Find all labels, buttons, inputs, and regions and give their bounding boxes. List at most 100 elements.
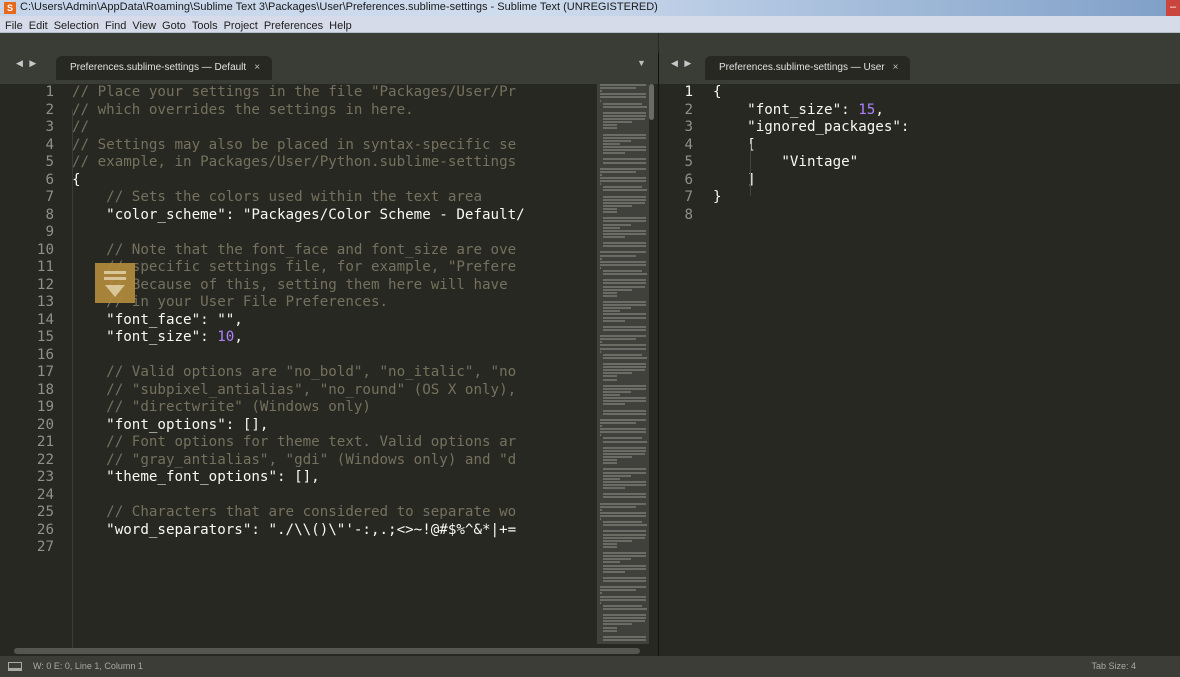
minimap-line [602,152,626,155]
minimap-line [602,397,646,400]
line-number: 9 [45,224,54,240]
minimap-line [602,158,646,161]
code-area[interactable]: { "font_size": 15, "ignored_packages": [… [713,84,909,224]
code-line[interactable] [713,207,909,225]
code-line[interactable]: "theme_font_options": [], [72,469,525,487]
code-line[interactable]: "color_scheme": "Packages/Color Scheme -… [72,207,525,225]
code-line[interactable]: // specific settings file, for example, … [72,259,525,277]
minimap-line [602,369,646,372]
menu-help[interactable]: Help [326,18,355,33]
code-line[interactable]: // "directwrite" (Windows only) [72,399,525,417]
line-number: 2 [45,101,54,118]
close-tab-icon[interactable]: × [254,62,260,73]
menu-view[interactable]: View [129,18,159,33]
code-line[interactable] [72,224,525,242]
icon-arrow [105,285,125,297]
menu-tools[interactable]: Tools [189,18,221,33]
minimap-line [600,434,601,437]
menu-selection[interactable]: Selection [51,18,102,33]
line-number: 25 [36,504,54,520]
code-line[interactable]: // Settings may also be placed in syntax… [72,137,525,155]
code-line[interactable]: "Vintage" [713,154,909,172]
code-line[interactable]: // Note that the font_face and font_size… [72,242,525,260]
minimap-line [602,626,618,629]
minimap-line [600,257,602,260]
minimap-line [602,204,633,207]
code-line[interactable]: // Font options for theme text. Valid op… [72,434,525,452]
code-line[interactable] [72,347,525,365]
menu-preferences[interactable]: Preferences [261,18,326,33]
menu-file[interactable]: File [0,18,26,33]
code-line[interactable]: // Characters that are considered to sep… [72,504,525,522]
icon-bar [104,277,126,280]
code-line[interactable]: // which overrides the settings in here. [72,102,525,120]
menu-bar: File Edit Selection Find View Goto Tools Projec… [0,16,1180,33]
code-line[interactable]: // Valid options are "no_bold", "no_ital… [72,364,525,382]
indent-guide [72,109,73,653]
minimap-line [602,638,646,641]
left-editor[interactable]: 1 2 3 4 5 6 7 8 9 10 11 12 13 14 15 16 17 18 19 20 21 22 23 24 2… [0,84,658,656]
code-line[interactable]: // "gray_antialias", "gdi" (Windows only… [72,452,525,470]
minimap-line [602,483,646,486]
code-line[interactable]: { [72,172,525,190]
code-line[interactable]: // [72,119,525,137]
code-line[interactable]: "font_options": [], [72,417,525,435]
menu-edit[interactable]: Edit [26,18,51,33]
code-line[interactable]: "font_face": "", [72,312,525,330]
minimap-line [600,87,636,90]
minimap-line [602,378,618,381]
code-line[interactable]: // Sets the colors used within the text … [72,189,525,207]
horizontal-scrollbar[interactable] [14,648,640,654]
code-line[interactable]: // Because of this, setting them here wi… [72,277,525,295]
line-number: 6 [684,171,693,188]
code-area[interactable]: // Place your settings in the file "Pack… [72,84,525,557]
code-line[interactable] [72,487,525,505]
code-line[interactable]: // "subpixel_antialias", "no_round" (OS … [72,382,525,400]
right-nav-arrows-icon[interactable]: ◀ ▶ [671,58,693,69]
minimap-line [602,220,646,223]
minimap-line [602,567,646,570]
line-number: 13 [36,294,54,310]
minimap-line [600,170,636,173]
minimap-line [602,635,646,638]
menu-goto[interactable]: Goto [159,18,189,33]
code-line[interactable] [72,539,525,557]
code-line[interactable]: { [713,84,909,102]
right-editor[interactable]: 12345678 { "font_size": 15, "ignored_pac… [659,84,1180,656]
left-nav-arrows-icon[interactable]: ◀ ▶ [16,58,38,69]
download-icon[interactable] [95,263,135,303]
code-line[interactable]: "font_size": 10, [72,329,525,347]
code-line[interactable]: "font_size": 15, [713,102,909,120]
tab-user-preferences[interactable]: Preferences.sublime-settings — User × [705,56,911,80]
tab-size-indicator[interactable]: Tab Size: 4 [1091,656,1136,677]
minimap-line [600,84,646,86]
minimap-line [602,462,618,465]
code-line[interactable]: // in your User File Preferences. [72,294,525,312]
panel-toggle-icon[interactable] [8,662,22,671]
tab-list-dropdown-icon[interactable]: ▼ [637,58,646,68]
code-line[interactable]: [ [713,137,909,155]
menu-find[interactable]: Find [102,18,129,33]
minimap-line [602,555,646,558]
minimap[interactable] [597,84,649,644]
code-line[interactable]: } [713,189,909,207]
minimize-button[interactable]: – [1166,0,1180,16]
minimap-line [600,335,646,338]
minimap-line [602,576,646,579]
vertical-scrollbar[interactable] [649,84,654,120]
code-line[interactable]: // example, in Packages/User/Python.subl… [72,154,525,172]
minimap-line [602,542,618,545]
line-number: 5 [684,154,693,170]
minimap-line [600,418,646,421]
menu-project[interactable]: Project [221,18,261,33]
tab-default-preferences[interactable]: Preferences.sublime-settings — Default × [56,56,273,80]
minimap-line [600,173,602,176]
code-line[interactable]: "word_separators": "./\\()\"'-:,.;<>~!@#… [72,522,525,540]
tab-label: Preferences.sublime-settings — User [719,62,885,73]
code-line[interactable]: ] [713,172,909,190]
code-line[interactable]: "ignored_packages": [713,119,909,137]
minimap-line [602,570,626,573]
minimap-line [602,412,646,415]
close-tab-icon[interactable]: × [893,62,899,73]
code-line[interactable]: // Place your settings in the file "Pack… [72,84,525,102]
